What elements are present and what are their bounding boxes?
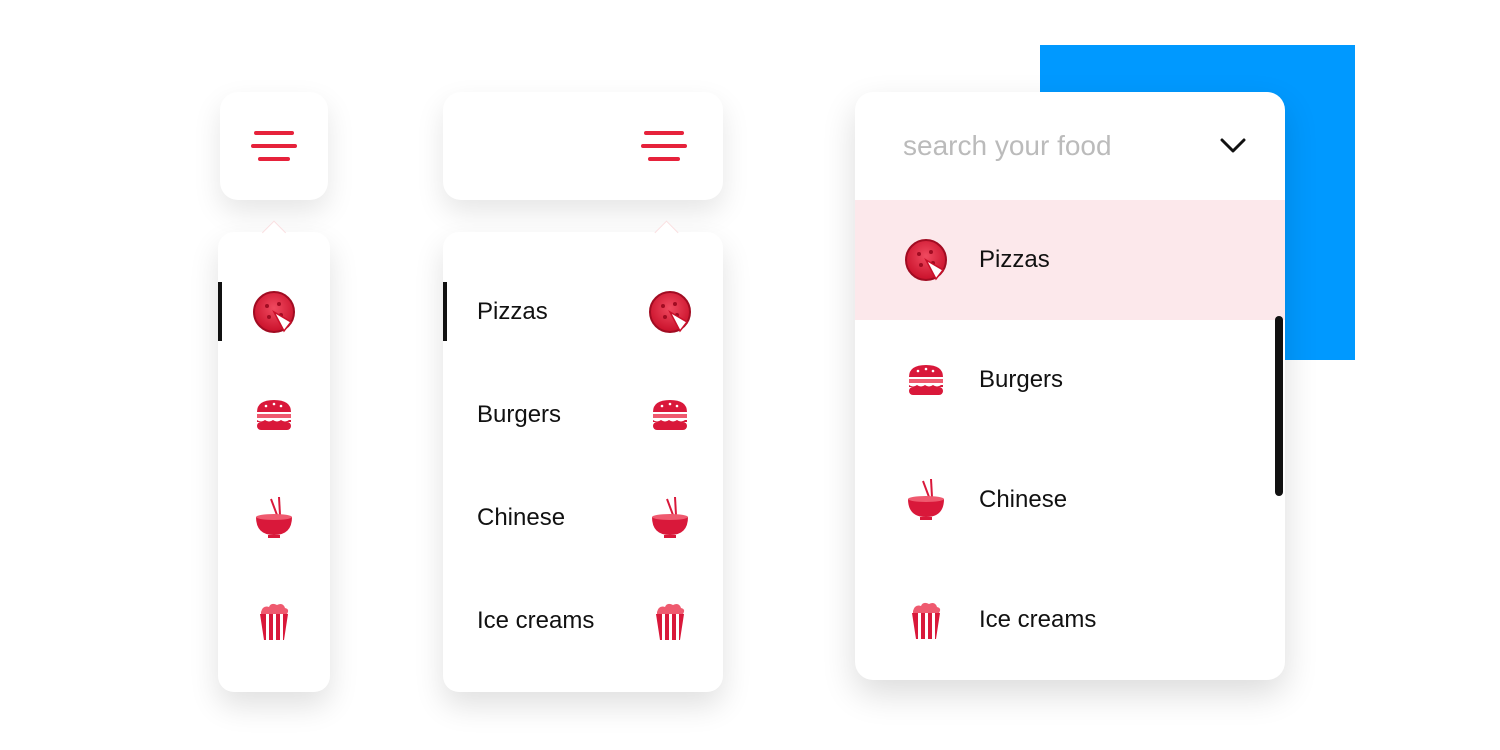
list-item-icecreams[interactable]: Ice creams (855, 560, 1285, 680)
menu-item-burgers[interactable]: Burgers (443, 363, 723, 466)
menu-item-label: Pizzas (477, 298, 548, 326)
search-result-list: Pizzas Burgers Chinese Ice creams (855, 200, 1285, 680)
pizza-icon (647, 289, 693, 335)
pizza-icon (903, 237, 949, 283)
menu-item-pizzas[interactable] (218, 260, 330, 363)
popcorn-icon (647, 598, 693, 644)
menu-item-chinese[interactable]: Chinese (443, 466, 723, 569)
menu-trigger-compact[interactable] (220, 92, 328, 200)
scrollbar-thumb[interactable] (1275, 316, 1283, 496)
menu-trigger-wide[interactable] (443, 92, 723, 200)
menu-item-label: Ice creams (477, 607, 594, 635)
hamburger-icon (251, 131, 297, 161)
list-item-label: Ice creams (979, 606, 1096, 634)
chevron-down-icon[interactable] (1219, 132, 1247, 160)
dropdown-menu-wide: Pizzas Burgers Chinese Ice creams (443, 232, 723, 692)
pizza-icon (251, 289, 297, 335)
list-item-pizzas[interactable]: Pizzas (855, 200, 1285, 320)
bowl-icon (647, 495, 693, 541)
list-item-chinese[interactable]: Chinese (855, 440, 1285, 560)
bowl-icon (251, 495, 297, 541)
menu-item-pizzas[interactable]: Pizzas (443, 260, 723, 363)
list-item-label: Burgers (979, 366, 1063, 394)
search-dropdown: Pizzas Burgers Chinese Ice creams (855, 92, 1285, 680)
menu-item-label: Chinese (477, 504, 565, 532)
popcorn-icon (903, 597, 949, 643)
burger-icon (647, 392, 693, 438)
list-item-burgers[interactable]: Burgers (855, 320, 1285, 440)
menu-item-label: Burgers (477, 401, 561, 429)
bowl-icon (903, 477, 949, 523)
search-header (855, 92, 1285, 200)
search-input[interactable] (903, 130, 1193, 162)
list-item-label: Pizzas (979, 246, 1050, 274)
menu-item-chinese[interactable] (218, 466, 330, 569)
list-item-label: Chinese (979, 486, 1067, 514)
menu-item-icecreams[interactable]: Ice creams (443, 569, 723, 672)
burger-icon (903, 357, 949, 403)
menu-item-icecreams[interactable] (218, 569, 330, 672)
menu-item-burgers[interactable] (218, 363, 330, 466)
popcorn-icon (251, 598, 297, 644)
hamburger-icon (641, 131, 687, 161)
burger-icon (251, 392, 297, 438)
dropdown-menu-compact (218, 232, 330, 692)
